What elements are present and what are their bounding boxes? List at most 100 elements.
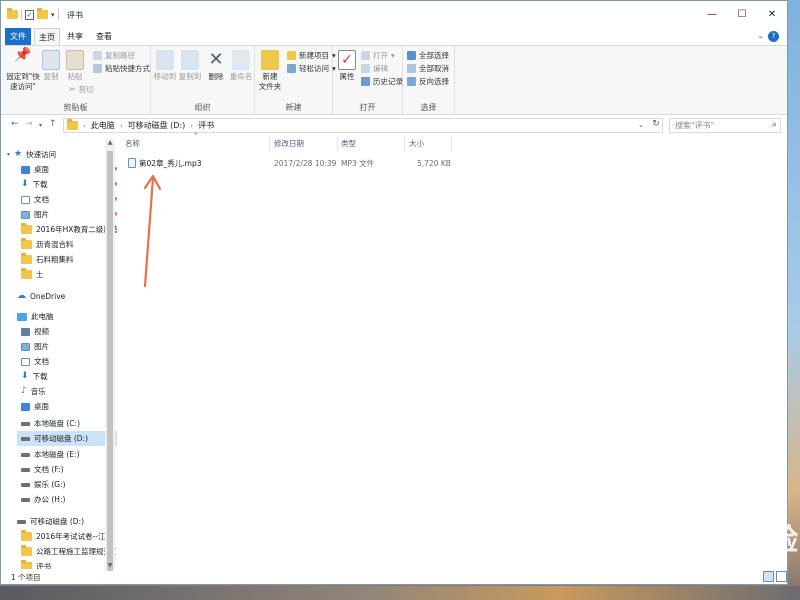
column-header-size[interactable]: 大小 <box>409 135 424 153</box>
breadcrumb-chevron-icon[interactable]: › <box>190 122 193 130</box>
nav-item-downloads[interactable]: ⬇下载📌 <box>21 177 117 192</box>
nav-item-documents[interactable]: 文档 <box>21 354 117 369</box>
edit-button[interactable]: 编辑 <box>361 63 388 74</box>
drive-icon <box>21 482 30 487</box>
nav-item-folder[interactable]: 2016年考试试卷--江苏 <box>21 529 117 544</box>
tab-view[interactable]: 查看 <box>91 28 117 45</box>
delete-button[interactable]: ✕ 删除 <box>205 50 227 82</box>
breadcrumb-current[interactable]: 评书 <box>198 120 214 131</box>
column-header-date[interactable]: 修改日期 <box>274 135 304 153</box>
nav-item-documents[interactable]: 文档📌 <box>21 192 117 207</box>
nav-item-drive-d[interactable]: 可移动磁盘 (D:) <box>17 431 117 446</box>
column-divider[interactable] <box>404 137 405 151</box>
paste-button[interactable]: 粘贴 <box>65 50 85 82</box>
address-dropdown-icon[interactable]: ⌄ <box>638 121 644 129</box>
back-arrow-icon[interactable]: ← <box>11 119 19 129</box>
select-all-button[interactable]: 全部选择 <box>407 50 449 61</box>
nav-item-folder[interactable]: 2016年HX教育二级建造 <box>21 222 117 237</box>
nav-item-pictures[interactable]: 图片 <box>21 339 117 354</box>
nav-item-drive-c[interactable]: 本地磁盘 (C:) <box>21 416 117 431</box>
close-button[interactable]: ✕ <box>757 1 787 28</box>
refresh-icon[interactable]: ↻ <box>649 119 663 132</box>
column-divider[interactable] <box>269 137 270 151</box>
picture-icon <box>21 210 30 219</box>
nav-item-music[interactable]: ♪ 音乐 <box>21 384 117 399</box>
customize-dropdown-icon[interactable]: ▾ <box>51 11 55 19</box>
nav-removable-drive[interactable]: 可移动磁盘 (D:) <box>17 514 117 529</box>
scroll-up-icon[interactable]: ▲ <box>105 139 115 146</box>
new-folder-icon[interactable] <box>37 8 48 19</box>
pin-to-quick-access-button[interactable]: 📌 固定到"快速访问" <box>5 48 41 92</box>
copy-button[interactable]: 复制 <box>41 50 61 82</box>
nav-item-folder[interactable]: 土 <box>21 267 117 282</box>
new-item-button[interactable]: 新建项目 ▾ <box>287 50 336 61</box>
folder-icon <box>21 530 32 541</box>
tab-file[interactable]: 文件 <box>5 28 31 45</box>
sort-ascending-icon: ^ <box>193 132 199 140</box>
copy-path-button[interactable]: 复制路径 <box>93 50 135 61</box>
large-icons-view-icon[interactable] <box>776 571 787 582</box>
cut-button[interactable]: ✂ 剪切 <box>69 84 94 95</box>
maximize-button[interactable]: ☐ <box>727 1 757 28</box>
rename-button[interactable]: 重命名 <box>229 50 253 82</box>
minimize-button[interactable]: — <box>697 1 727 28</box>
column-header-name[interactable]: 名称 <box>125 135 140 153</box>
move-to-icon <box>156 50 174 70</box>
audio-file-icon <box>128 158 136 168</box>
details-view-icon[interactable] <box>763 571 774 582</box>
breadcrumb-drive-d[interactable]: 可移动磁盘 (D:) <box>128 120 186 131</box>
nav-item-drive-e[interactable]: 本地磁盘 (E:) <box>21 447 117 462</box>
column-header-type[interactable]: 类型 <box>341 135 356 153</box>
select-none-button[interactable]: 全部取消 <box>407 63 449 74</box>
search-input[interactable]: 搜索"评书" ⌕ <box>669 118 781 133</box>
invert-selection-button[interactable]: 反向选择 <box>407 76 449 87</box>
desktop-background-strip <box>0 586 800 600</box>
nav-item-drive-f[interactable]: 文档 (F:) <box>21 462 117 477</box>
divider <box>21 9 22 20</box>
nav-this-pc[interactable]: 此电脑 <box>17 309 117 324</box>
scrollbar-thumb[interactable] <box>107 151 113 571</box>
nav-item-desktop[interactable]: 桌面 <box>21 399 117 414</box>
breadcrumb-this-pc[interactable]: 此电脑 <box>91 120 115 131</box>
forward-arrow-icon[interactable]: → <box>25 119 33 129</box>
tab-home[interactable]: 主页 <box>34 28 60 45</box>
column-divider[interactable] <box>337 137 338 151</box>
column-divider[interactable] <box>451 137 452 151</box>
paste-shortcut-button[interactable]: 粘贴快捷方式 <box>93 63 150 74</box>
nav-item-folder[interactable]: 公路工程施工监理规范 ( <box>21 544 117 559</box>
scroll-down-icon[interactable]: ▼ <box>105 562 115 569</box>
nav-item-pictures[interactable]: 图片📌 <box>21 207 117 222</box>
easy-access-button[interactable]: 轻松访问 ▾ <box>287 63 336 74</box>
nav-item-drive-g[interactable]: 娱乐 (G:) <box>21 477 117 492</box>
tab-share[interactable]: 共享 <box>62 28 88 45</box>
address-bar[interactable]: › 此电脑 › 可移动磁盘 (D:) › 评书 ⌄ <box>63 118 663 133</box>
copy-to-button[interactable]: 复制到 <box>178 50 202 82</box>
cloud-icon: ☁ <box>17 291 26 301</box>
recent-dropdown-icon[interactable]: ▾ <box>39 122 42 129</box>
breadcrumb-chevron-icon[interactable]: › <box>120 122 123 130</box>
expand-ribbon-icon[interactable]: ⌄ <box>757 31 764 40</box>
properties-button[interactable]: ✓ 属性 <box>335 50 359 82</box>
nav-item-folder[interactable]: 评书 <box>21 559 117 569</box>
paste-shortcut-icon <box>93 64 102 73</box>
nav-item-downloads[interactable]: ⬇ 下载 <box>21 369 117 384</box>
nav-scrollbar[interactable]: ▲ ▼ <box>105 139 115 571</box>
nav-item-desktop[interactable]: 桌面📌 <box>21 162 117 177</box>
nav-item-folder[interactable]: 石料粗集料 <box>21 252 117 267</box>
properties-check-icon[interactable]: ✓ <box>25 9 34 20</box>
folder-icon <box>21 560 32 569</box>
move-to-button[interactable]: 移动到 <box>153 50 177 82</box>
nav-item-folder[interactable]: 沥青混合料 <box>21 237 117 252</box>
breadcrumb-chevron-icon[interactable]: › <box>83 122 86 130</box>
open-icon <box>361 51 370 60</box>
new-folder-button[interactable]: 新建 文件夹 <box>257 50 283 92</box>
help-icon[interactable]: ? <box>768 31 779 42</box>
open-button[interactable]: 打开 ▾ <box>361 50 395 61</box>
nav-item-videos[interactable]: 视频 <box>21 324 117 339</box>
nav-quick-access[interactable]: ▾ ★ 快速访问 <box>7 147 111 162</box>
file-row[interactable]: 第02章_秀儿.mp3 2017/2/28 10:39 MP3 文件 5,720… <box>122 156 452 171</box>
nav-onedrive[interactable]: ☁ OneDrive <box>17 289 117 304</box>
history-button[interactable]: 历史记录 <box>361 76 403 87</box>
up-arrow-icon[interactable]: ↑ <box>49 119 57 129</box>
nav-item-drive-h[interactable]: 办公 (H:) <box>21 492 117 507</box>
